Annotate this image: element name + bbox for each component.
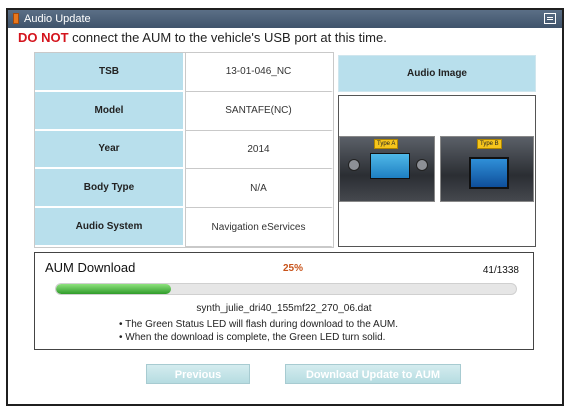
audio-image-frame: Type A Type B [338, 95, 536, 247]
download-title: AUM Download [45, 260, 136, 275]
info-row-audio-system: Audio System Navigation eServices [35, 208, 333, 247]
tsb-value: 13-01-046_NC [185, 53, 333, 92]
previous-button[interactable]: Previous [146, 364, 250, 384]
download-progress-fill [56, 284, 171, 294]
info-row-tsb: TSB 13-01-046_NC [35, 53, 333, 92]
tsb-label: TSB [35, 53, 185, 92]
led-flash-note: • The Green Status LED will flash during… [119, 319, 399, 330]
download-count: 41/1338 [482, 265, 519, 276]
body-type-value: N/A [185, 169, 333, 209]
audio-screen-b [469, 157, 509, 189]
body-type-label: Body Type [35, 169, 185, 209]
app-icon [13, 13, 19, 24]
info-row-body-type: Body Type N/A [35, 169, 333, 209]
audio-unit-type-a-image: Type A [339, 136, 435, 202]
audio-unit-type-b-image: Type B [440, 136, 534, 202]
audio-image-header: Audio Image [338, 55, 536, 92]
audio-system-label: Audio System [35, 208, 185, 247]
download-progress-bar [55, 283, 517, 295]
info-row-model: Model SANTAFE(NC) [35, 91, 333, 131]
download-update-button[interactable]: Download Update to AUM [285, 364, 461, 384]
info-row-year: Year 2014 [35, 130, 333, 170]
audio-system-value: Navigation eServices [185, 208, 333, 247]
type-b-tag: Type B [477, 139, 502, 149]
aum-download-panel: AUM Download 25% 41/1338 synth_julie_dri… [34, 252, 534, 350]
download-percent: 25% [283, 263, 304, 274]
title-bar: Audio Update [8, 10, 562, 28]
year-value: 2014 [185, 130, 333, 170]
type-a-tag: Type A [374, 139, 399, 149]
vehicle-info-table: TSB 13-01-046_NC Model SANTAFE(NC) Year … [34, 52, 334, 248]
download-filename: synth_julie_dri40_155mf22_270_06.dat [196, 303, 372, 314]
tune-knob [416, 159, 428, 171]
led-solid-note: • When the download is complete, the Gre… [119, 332, 386, 343]
warning-emphasis: DO NOT [18, 30, 69, 45]
model-label: Model [35, 91, 185, 131]
warning-message: DO NOT connect the AUM to the vehicle's … [18, 30, 387, 45]
volume-knob [348, 159, 360, 171]
model-value: SANTAFE(NC) [185, 91, 333, 131]
window-title: Audio Update [24, 13, 91, 25]
warning-text: connect the AUM to the vehicle's USB por… [68, 30, 387, 45]
year-label: Year [35, 130, 185, 170]
audio-screen-a [370, 153, 410, 179]
window-menu-icon[interactable] [544, 13, 556, 24]
